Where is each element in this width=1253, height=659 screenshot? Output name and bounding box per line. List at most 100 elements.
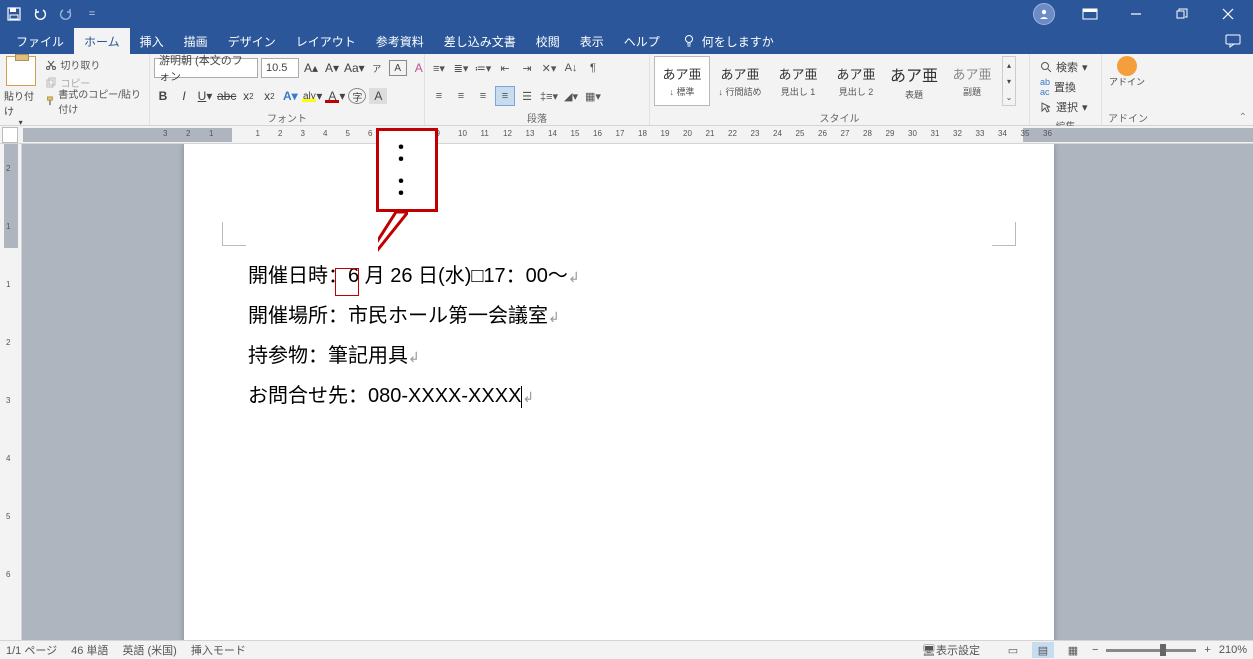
tell-me[interactable]: 何をしますか [682,33,774,50]
redo-icon[interactable] [54,2,78,26]
replace-button[interactable]: abac置換 [1036,78,1092,96]
borders-icon[interactable]: ▦▾ [583,86,603,106]
char-border-icon[interactable]: A [389,60,407,76]
page-count[interactable]: 1/1 ページ [6,642,57,658]
phonetic-guide-icon[interactable]: ア [368,58,386,78]
increase-indent-icon[interactable]: ⇥ [517,58,537,78]
print-layout-icon[interactable]: ▤ [1032,642,1054,658]
sort-icon[interactable]: A↓ [561,58,581,78]
strikethrough-button[interactable]: abc [217,86,236,106]
numbering-icon[interactable]: ≣▾ [451,58,471,78]
tab-help[interactable]: ヘルプ [614,28,670,54]
italic-button[interactable]: I [175,86,193,106]
style-title[interactable]: あア亜表題 [886,56,942,106]
maximize-icon[interactable] [1159,0,1205,28]
web-layout-icon[interactable]: ▦ [1062,642,1084,658]
tab-review[interactable]: 校閲 [526,28,570,54]
page[interactable]: 開催日時：6 月 26 日(水)□17：00～↲ 開催場所：市民ホール第一会議室… [184,144,1054,640]
grow-font-icon[interactable]: A▴ [302,58,320,78]
copy-icon [45,77,57,89]
tab-layout[interactable]: レイアウト [286,28,366,54]
styles-expand[interactable]: ▴▾⌄ [1002,56,1016,106]
change-case-icon[interactable]: Aa▾ [344,58,365,78]
superscript-button[interactable]: x2 [260,86,278,106]
align-center-icon[interactable]: ≡ [451,86,471,106]
replace-icon: abac [1040,77,1050,97]
addins-button[interactable]: アドイン [1106,56,1148,88]
style-normal[interactable]: あア亜↓ 標準 [654,56,710,106]
collapse-ribbon-icon[interactable]: ⌃ [1239,112,1247,123]
tab-draw[interactable]: 描画 [174,28,218,54]
select-button[interactable]: 選択▾ [1036,98,1092,116]
ribbon: 貼り付け ▾ 切り取り コピー 書式のコピー/貼り付け クリップボード 游明朝 … [0,54,1253,126]
underline-button[interactable]: U▾ [196,86,214,106]
font-name-select[interactable]: 游明朝 (本文のフォン [154,58,258,78]
styles-gallery[interactable]: あア亜↓ 標準 あア亜↓ 行間詰め あア亜見出し 1 あア亜見出し 2 あア亜表… [654,56,1000,110]
style-heading1[interactable]: あア亜見出し 1 [770,56,826,106]
horizontal-ruler[interactable]: 3211234567891011121314151617181920212223… [0,126,1253,144]
show-marks-icon[interactable]: ¶ [583,58,603,78]
tab-selector[interactable] [2,127,18,143]
font-size-select[interactable]: 10.5 [261,58,299,78]
callout-tail [378,212,408,272]
asian-layout-icon[interactable]: ✕▾ [539,58,559,78]
align-justify-icon[interactable]: ≡ [495,86,515,106]
account-icon[interactable] [1021,0,1067,28]
vertical-ruler[interactable]: 21123456 [0,144,22,640]
cursor-icon [1040,101,1052,113]
shrink-font-icon[interactable]: A▾ [323,58,341,78]
ribbon-display-icon[interactable] [1067,0,1113,28]
tab-view[interactable]: 表示 [570,28,614,54]
close-icon[interactable] [1205,0,1251,28]
tab-home[interactable]: ホーム [74,28,130,54]
style-heading2[interactable]: あア亜見出し 2 [828,56,884,106]
paste-label: 貼り付け [4,88,37,118]
bullets-icon[interactable]: ≡▾ [429,58,449,78]
undo-icon[interactable] [28,2,52,26]
callout-target-highlight [335,268,359,296]
text-effects-icon[interactable]: A▾ [281,86,299,106]
language-status[interactable]: 英語 (米国) [122,642,176,658]
minimize-icon[interactable] [1113,0,1159,28]
save-icon[interactable] [2,2,26,26]
word-count[interactable]: 46 単語 [71,642,108,658]
distribute-icon[interactable]: ☰ [517,86,537,106]
comments-icon[interactable] [1213,28,1253,54]
document-body[interactable]: 開催日時：6 月 26 日(水)□17：00～↲ 開催場所：市民ホール第一会議室… [248,256,580,416]
bold-button[interactable]: B [154,86,172,106]
align-left-icon[interactable]: ≡ [429,86,449,106]
shading-icon[interactable]: ◢▾ [561,86,581,106]
tab-mailings[interactable]: 差し込み文書 [434,28,526,54]
find-button[interactable]: 検索▾ [1036,58,1092,76]
read-mode-icon[interactable]: ▭ [1002,642,1024,658]
zoom-out-icon[interactable]: − [1092,644,1098,656]
zoom-slider[interactable] [1106,649,1196,652]
qat-text: = [80,2,104,26]
addins-icon [1117,56,1137,76]
multilevel-icon[interactable]: ≔▾ [473,58,493,78]
style-no-spacing[interactable]: あア亜↓ 行間詰め [712,56,768,106]
zoom-level[interactable]: 210% [1219,644,1247,656]
tab-file[interactable]: ファイル [6,28,74,54]
zoom-in-icon[interactable]: + [1204,644,1210,656]
decrease-indent-icon[interactable]: ⇤ [495,58,515,78]
paragraph-group-label: 段落 [429,110,645,125]
display-settings[interactable]: 🖥表示設定 [922,642,980,658]
tab-design[interactable]: デザイン [218,28,286,54]
tab-references[interactable]: 参考資料 [366,28,434,54]
format-painter-button[interactable]: 書式のコピー/貼り付け [43,92,145,109]
char-shading-icon[interactable]: A [369,88,387,104]
line-spacing-icon[interactable]: ‡≡▾ [539,86,559,106]
align-right-icon[interactable]: ≡ [473,86,493,106]
paste-button[interactable]: 貼り付け ▾ [4,56,37,127]
enclose-char-icon[interactable]: 字 [348,88,366,104]
subscript-button[interactable]: x2 [239,86,257,106]
style-subtitle[interactable]: あア亜副題 [944,56,1000,106]
search-icon [1040,61,1052,73]
cut-button[interactable]: 切り取り [43,56,145,73]
font-color-icon[interactable]: A▾ [325,86,345,106]
tab-insert[interactable]: 挿入 [130,28,174,54]
highlight-color-icon[interactable]: aly▾ [302,86,322,106]
document-area: 21123456 開催日時：6 月 26 日(水)□17：00～↲ 開催場所：市… [0,144,1253,640]
insert-mode[interactable]: 挿入モード [191,642,246,658]
